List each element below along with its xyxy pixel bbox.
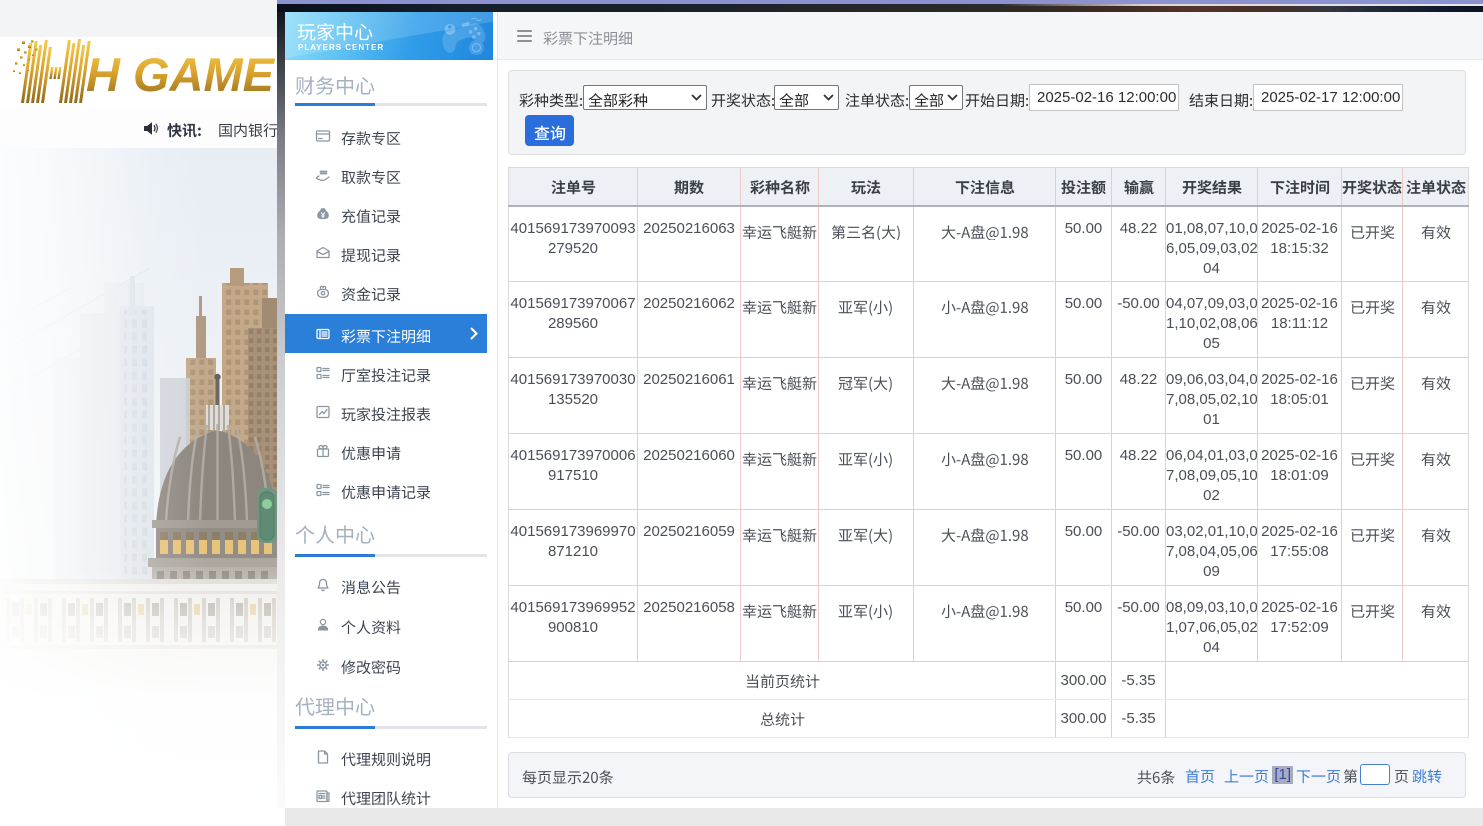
svg-text:H GAME: H GAME (86, 48, 276, 101)
